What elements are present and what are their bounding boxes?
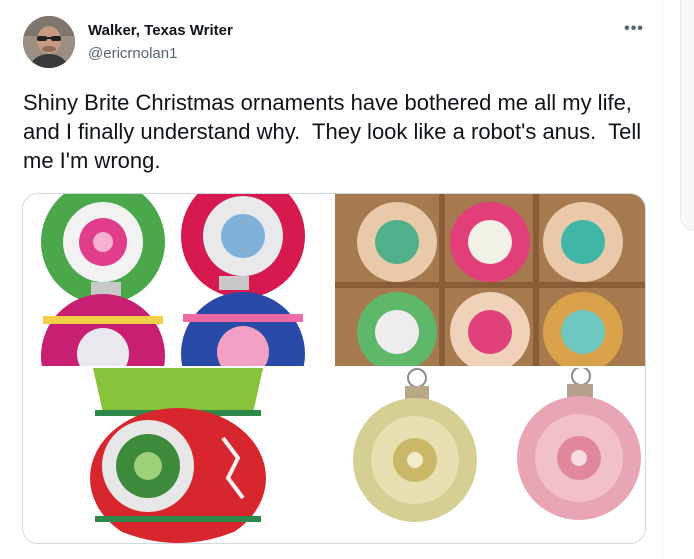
ornament-box-photo: [335, 194, 645, 366]
tweet-text: Shiny Brite Christmas ornaments have bot…: [23, 90, 648, 173]
author-name[interactable]: Walker, Texas Writer: [88, 22, 233, 39]
author-handle[interactable]: @ericrnolan1: [88, 45, 177, 62]
ornament-photo: [23, 194, 333, 366]
avatar-image: [23, 16, 75, 68]
media-photo-1[interactable]: [23, 194, 333, 366]
red-ornament-photo: [23, 368, 333, 543]
more-horizontal-icon[interactable]: •••: [620, 18, 648, 40]
sidebar-edge: [680, 0, 694, 231]
tweet-media-grid[interactable]: [22, 193, 646, 544]
media-photo-3[interactable]: [23, 368, 333, 543]
avatar[interactable]: [23, 16, 75, 68]
vintage-ornaments-photo: [335, 368, 645, 543]
tweet-card: Walker, Texas Writer @ericrnolan1 ••• Sh…: [0, 0, 663, 559]
media-photo-4[interactable]: [335, 368, 645, 543]
media-photo-2[interactable]: [335, 194, 645, 366]
